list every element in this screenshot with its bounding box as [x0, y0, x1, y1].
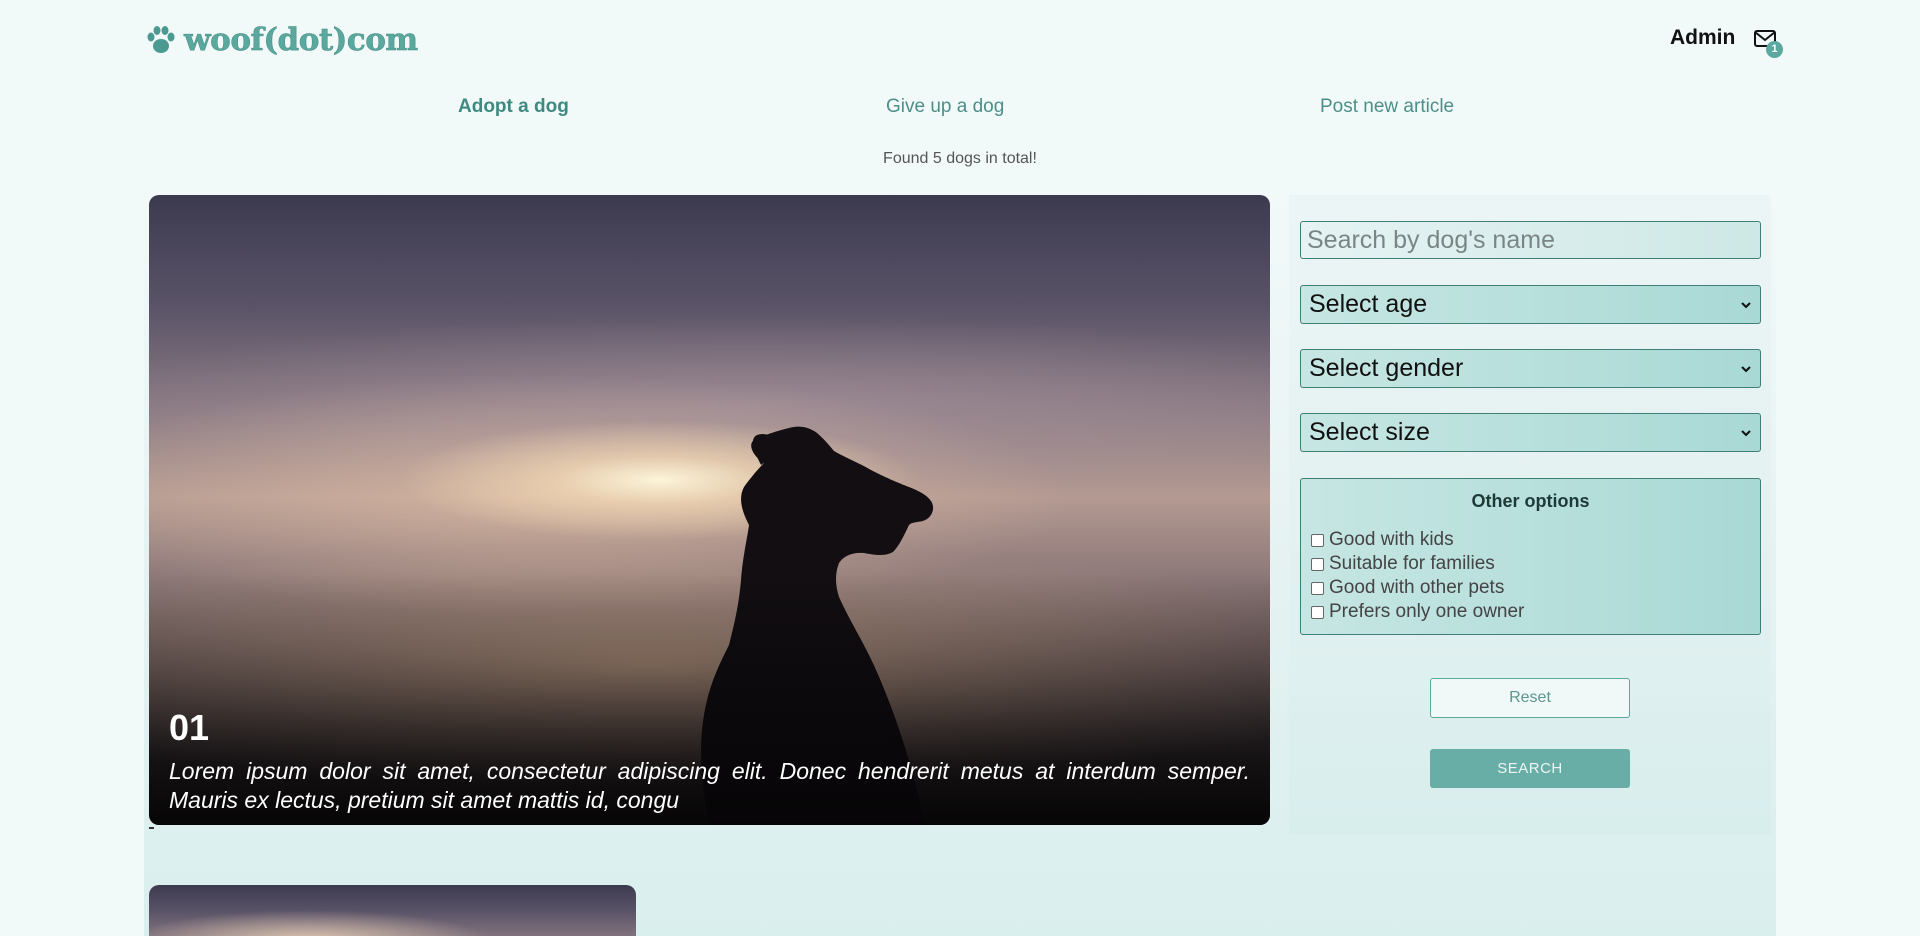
dog-card-2[interactable]: [149, 885, 636, 936]
option-label: Good with kids: [1329, 529, 1454, 550]
chevron-down-icon: [1741, 429, 1751, 436]
user-name[interactable]: Admin: [1670, 26, 1735, 50]
dog-card-description: Lorem ipsum dolor sit amet, consectetur …: [169, 758, 1250, 813]
paw-icon: [147, 26, 175, 53]
size-select-value: Select size: [1309, 418, 1430, 446]
chevron-down-icon: [1741, 365, 1751, 372]
other-options-title: Other options: [1471, 491, 1590, 511]
nav-give-up-a-dog[interactable]: Give up a dog: [886, 96, 1004, 118]
nav-adopt-a-dog[interactable]: Adopt a dog: [458, 96, 569, 118]
option-label: Suitable for families: [1329, 553, 1495, 574]
header: woof(dot)com Admin 1: [0, 0, 1920, 80]
mail-badge: 1: [1766, 41, 1783, 58]
gender-select[interactable]: Select gender: [1300, 349, 1761, 388]
age-select-value: Select age: [1309, 290, 1428, 318]
option-prefers-one-owner[interactable]: Prefers only one owner: [1311, 601, 1524, 623]
dog-card-number: 01: [169, 707, 210, 748]
nav-post-new-article[interactable]: Post new article: [1320, 96, 1454, 118]
size-select[interactable]: Select size: [1300, 413, 1761, 452]
main-nav: Adopt a dog Give up a dog Post new artic…: [0, 96, 1920, 124]
option-good-with-other-pets[interactable]: Good with other pets: [1311, 577, 1504, 599]
chevron-down-icon: [1741, 301, 1751, 308]
other-options-panel: Other options Good with kids Suitable fo…: [1300, 478, 1761, 635]
option-label: Good with other pets: [1329, 577, 1505, 598]
age-select[interactable]: Select age: [1300, 285, 1761, 324]
search-button[interactable]: SEARCH: [1430, 749, 1630, 788]
dog-card-featured[interactable]: 01 Lorem ipsum dolor sit amet, consectet…: [149, 195, 1270, 825]
reset-button[interactable]: Reset: [1430, 678, 1630, 718]
logo-text: woof(dot)com: [184, 22, 419, 59]
option-suitable-for-families[interactable]: Suitable for families: [1311, 553, 1495, 575]
logo[interactable]: woof(dot)com: [144, 22, 418, 58]
option-good-with-kids[interactable]: Good with kids: [1311, 529, 1454, 551]
checkbox[interactable]: [1311, 581, 1324, 595]
card-divider: [149, 827, 154, 829]
hero-overlay: [149, 195, 1270, 825]
checkbox[interactable]: [1311, 605, 1324, 619]
results-count: Found 5 dogs in total!: [883, 150, 1037, 167]
option-label: Prefers only one owner: [1329, 601, 1525, 622]
checkbox[interactable]: [1311, 557, 1324, 571]
checkbox[interactable]: [1311, 533, 1324, 547]
gender-select-value: Select gender: [1309, 354, 1464, 382]
dog-name-search-input[interactable]: [1300, 221, 1761, 259]
